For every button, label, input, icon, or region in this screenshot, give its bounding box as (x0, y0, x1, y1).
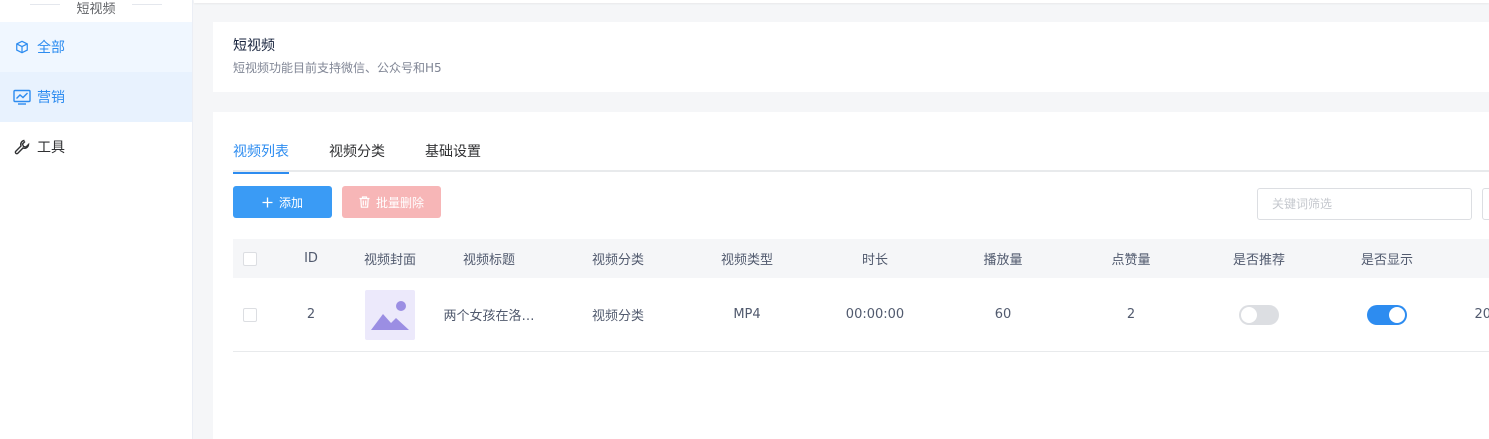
page-title: 短视频 (233, 38, 275, 54)
row-checkbox[interactable] (243, 307, 257, 322)
tab-video-list[interactable]: 视频列表 (233, 142, 289, 174)
column-header: 播放量 (983, 253, 1023, 268)
page-header: 短视频 短视频功能目前支持微信、公众号和H5 (213, 22, 1489, 92)
trash-icon (359, 196, 370, 208)
search-select-box[interactable] (1482, 188, 1489, 220)
cell-id: 2 (306, 307, 316, 322)
sidebar-title: 短视频 (0, 0, 192, 22)
toggle-knob (1389, 306, 1405, 323)
sidebar-item-tools[interactable]: 工具 (0, 122, 192, 172)
show-toggle[interactable] (1367, 304, 1407, 325)
sidebar-item-label: 工具 (37, 140, 65, 156)
cube-icon (13, 38, 31, 56)
batch-delete-button[interactable]: 批量删除 (342, 186, 441, 218)
table-row: 2 两个女孩在洛… 视频分类 MP4 00:00:00 60 2 20 (233, 278, 1489, 352)
cell-plays: 60 (994, 307, 1012, 322)
main-panel: 视频列表 视频分类 基础设置 添加 批量删除 ID 视频封面 视频标题 视频分类… (213, 112, 1489, 439)
row-checkbox-cell (233, 278, 267, 351)
recommend-toggle[interactable] (1239, 304, 1279, 325)
video-table: ID 视频封面 视频标题 视频分类 视频类型 时长 播放量 点赞量 是否推荐 是… (233, 239, 1489, 352)
sidebar-item-label: 营销 (37, 90, 65, 106)
column-header: 视频封面 (363, 253, 416, 268)
tab-basic-settings[interactable]: 基础设置 (425, 142, 481, 172)
cell-shown (1323, 278, 1451, 351)
tab-bar: 视频列表 视频分类 基础设置 (233, 142, 1489, 174)
cell-title: 两个女孩在洛… (425, 278, 553, 351)
plus-icon (262, 197, 273, 208)
column-header: 时长 (861, 253, 888, 268)
chart-line-icon (13, 88, 31, 106)
column-header: ID (304, 251, 318, 266)
cell-likes: 2 (1126, 307, 1136, 322)
add-button-label: 添加 (278, 195, 303, 210)
sidebar: 短视频 全部 营销 工具 (0, 0, 193, 439)
column-header: 是否显示 (1360, 253, 1413, 268)
table-header: ID 视频封面 视频标题 视频分类 视频类型 时长 播放量 点赞量 是否推荐 是… (233, 239, 1489, 278)
column-header: 点赞量 (1111, 253, 1151, 268)
page-subtitle: 短视频功能目前支持微信、公众号和H5 (233, 61, 442, 75)
column-header: 是否推荐 (1232, 253, 1285, 268)
cell-recommended (1195, 278, 1323, 351)
keyword-search-input[interactable] (1257, 188, 1472, 220)
select-all-checkbox[interactable] (243, 251, 257, 266)
cell-duration: 00:00:00 (845, 307, 905, 322)
video-cover-thumbnail[interactable] (365, 289, 415, 340)
column-header: 视频标题 (462, 253, 515, 268)
column-header: 视频分类 (591, 253, 644, 268)
toggle-knob (1241, 306, 1257, 323)
top-bar (194, 0, 1489, 3)
wrench-icon (13, 138, 31, 156)
tab-video-category[interactable]: 视频分类 (329, 142, 385, 172)
image-placeholder-icon (371, 300, 409, 330)
video-title: 两个女孩在洛… (443, 309, 535, 324)
sidebar-item-label: 全部 (37, 40, 65, 56)
cell-cover (355, 278, 425, 351)
batch-delete-label: 批量删除 (375, 195, 424, 210)
header-checkbox-cell (233, 239, 267, 278)
cell-date-partial: 20 (1474, 307, 1489, 322)
sidebar-item-all[interactable]: 全部 (0, 22, 192, 72)
add-button[interactable]: 添加 (233, 186, 332, 218)
cell-category: 视频分类 (591, 309, 644, 324)
cell-type: MP4 (733, 307, 761, 322)
column-header: 视频类型 (720, 253, 773, 268)
sidebar-item-marketing[interactable]: 营销 (0, 72, 192, 122)
